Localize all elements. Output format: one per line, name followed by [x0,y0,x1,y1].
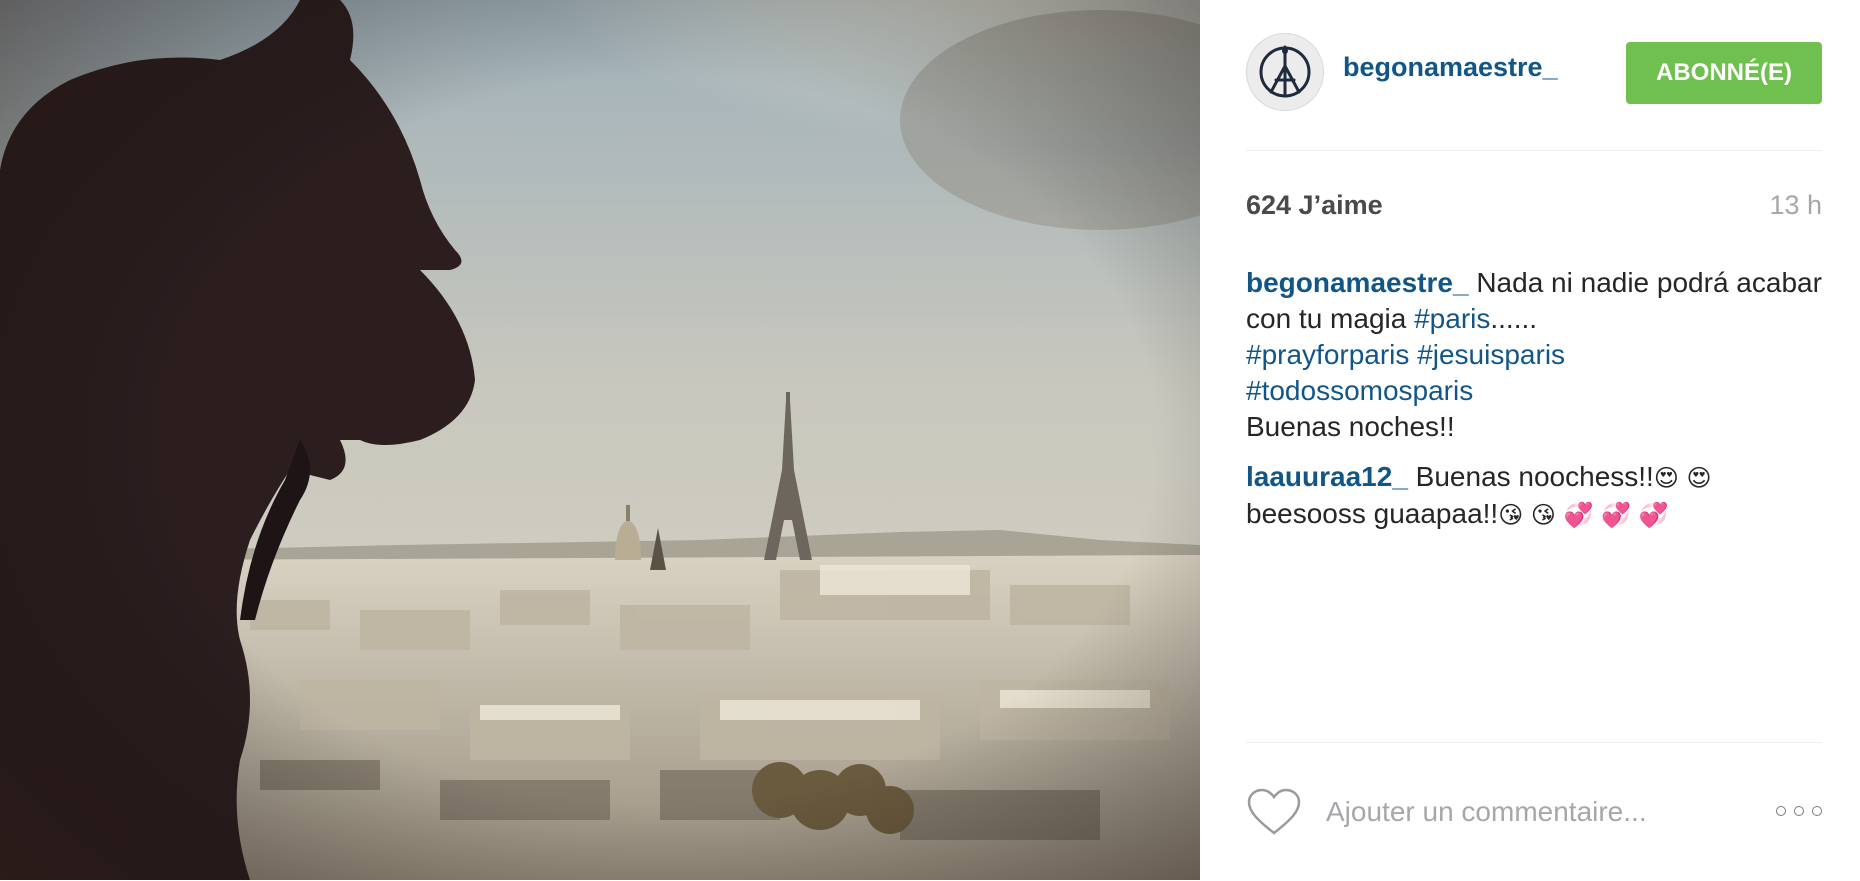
hashtag-paris[interactable]: #paris [1414,303,1490,334]
comment-text: Buenas noochess!! [1415,461,1654,492]
caption-closing: Buenas noches!! [1246,411,1455,442]
hashtag-prayforparis[interactable]: #prayforparis [1246,339,1409,370]
peace-for-paris-icon [1259,45,1311,98]
post-header: begonamaestre_ ABONNÉ(E) [1246,0,1822,151]
comment-text-2: beesooss guaapaa!! [1246,498,1499,529]
caption: begonamaestre_ Nada ni nadie podrá acaba… [1246,265,1822,445]
following-button[interactable]: ABONNÉ(E) [1626,42,1822,104]
post-timestamp[interactable]: 13 h [1769,190,1822,221]
author-username-link[interactable]: begonamaestre_ [1343,52,1558,83]
heart-eyes-emoji: 😍 😍 [1653,464,1712,492]
caption-dots: ...... [1490,303,1538,334]
comment-username-link[interactable]: laauuraa12_ [1246,461,1408,492]
heart-icon[interactable] [1246,787,1302,837]
more-options-icon[interactable] [1776,798,1822,824]
comment-item: laauuraa12_ Buenas noochess!!😍 😍 beesoos… [1246,459,1822,533]
hashtag-todossomosparis[interactable]: #todossomosparis [1246,375,1473,406]
post-details-panel: begonamaestre_ ABONNÉ(E) 624 J’aime 13 h… [1200,0,1860,880]
caption-username-link[interactable]: begonamaestre_ [1246,267,1469,298]
instagram-post: begonamaestre_ ABONNÉ(E) 624 J’aime 13 h… [0,0,1860,880]
comments-list: begonamaestre_ Nada ni nadie podrá acaba… [1246,265,1822,547]
post-photo[interactable] [0,0,1200,880]
avatar[interactable] [1246,33,1324,111]
post-meta: 624 J’aime 13 h [1246,190,1822,230]
hashtag-jesuisparis[interactable]: #jesuisparis [1417,339,1565,370]
add-comment-input[interactable] [1324,789,1758,835]
likes-count[interactable]: 624 J’aime [1246,190,1383,221]
post-actions [1246,742,1822,881]
gargoyle-paris-photo [0,0,1200,880]
kiss-hearts-emoji: 😘 😘 💞 💞 💞 [1498,501,1669,529]
